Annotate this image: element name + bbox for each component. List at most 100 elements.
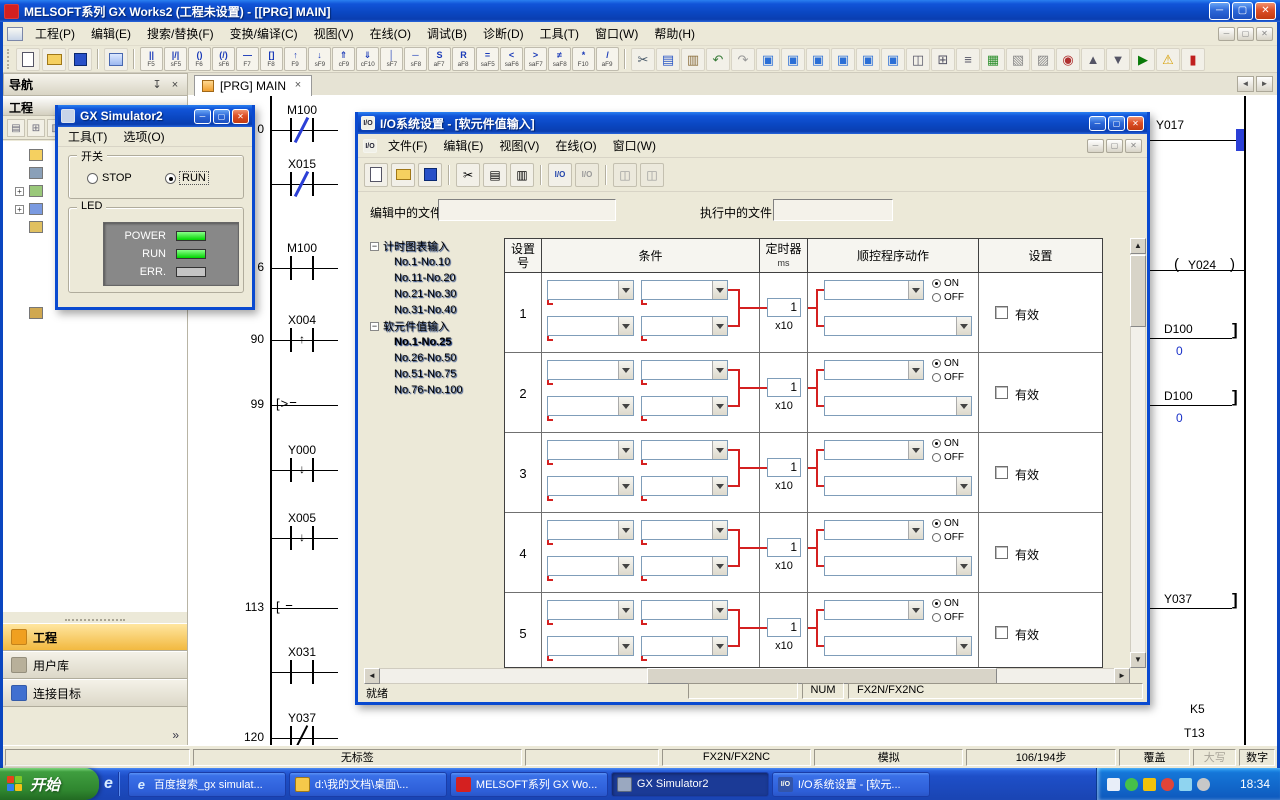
ladder-symbol-button-saF7[interactable]: >saF7 [524,47,547,71]
taskbar-button-e[interactable]: e百度搜索_gx simulat... [128,772,286,797]
contact-Y000[interactable]: ↓ [282,458,322,482]
io-mdi-close[interactable] [1125,139,1142,153]
contact-Y037[interactable] [282,726,322,745]
io-mdi-minimize[interactable] [1087,139,1104,153]
tree-expand-icon[interactable] [15,205,24,214]
menu-item-诊断(D)[interactable]: 诊断(D) [475,21,532,46]
ladder-symbol-button-F6[interactable]: ()F6 [188,47,211,71]
menu-item-调试(B)[interactable]: 调试(B) [419,21,475,46]
condition-device-combo[interactable] [547,360,634,380]
action-device-combo[interactable] [824,520,924,540]
sim-menu-item[interactable]: 工具(T) [60,124,115,149]
stop-radio[interactable]: STOP [87,172,132,184]
off-radio[interactable]: OFF [932,292,964,303]
io-tree-item[interactable]: No.76-No.100 [368,382,502,398]
dropdown-arrow[interactable] [712,361,727,379]
contact-M100[interactable] [282,256,322,280]
taskbar-button-folder[interactable]: d:\我的文档\桌面\... [289,772,447,797]
output-device-T13[interactable]: T13 [1184,726,1205,740]
ladder-symbol-button-sF9[interactable]: ↓sF9 [308,47,331,71]
contact-X031[interactable] [282,660,322,684]
dropdown-arrow[interactable] [618,521,633,539]
toolbar-button-21[interactable]: ⚠ [1156,48,1180,71]
dropdown-arrow[interactable] [908,441,923,459]
dropdown-arrow[interactable] [956,637,971,655]
scroll-left-button[interactable] [364,668,380,684]
condition-value-combo[interactable] [641,316,728,336]
io-titlebar[interactable]: I/O系统设置 - [软元件值输入] [358,112,1147,134]
timer-value-input[interactable]: 1 [767,618,801,637]
dropdown-arrow[interactable] [618,317,633,335]
compare-instruction[interactable]: [ = [276,599,294,614]
io-tree-group[interactable]: 计时图表输入 [368,238,502,254]
io-maximize-button[interactable] [1108,116,1125,131]
io-tree-item[interactable]: No.51-No.75 [368,366,502,382]
toolbar-button-1[interactable]: ▤ [656,48,680,71]
dropdown-arrow[interactable] [618,441,633,459]
condition-value-combo[interactable] [641,440,728,460]
off-radio[interactable]: OFF [932,452,964,463]
io-horizontal-scrollbar[interactable] [364,668,1130,684]
off-radio[interactable]: OFF [932,372,964,383]
dropdown-arrow[interactable] [712,601,727,619]
dropdown-arrow[interactable] [956,317,971,335]
menu-item-编辑(E)[interactable]: 编辑(E) [83,21,139,46]
pin-icon[interactable] [150,78,164,92]
dropdown-arrow[interactable] [712,317,727,335]
io-tree-item[interactable]: No.1-No.10 [368,254,502,270]
action-device-combo[interactable] [824,280,924,300]
toolbar-button-20[interactable]: ▶ [1131,48,1155,71]
horizontal-scroll-thumb[interactable] [647,668,997,684]
ladder-symbol-button-saF6[interactable]: <saF6 [500,47,523,71]
io-menu-item[interactable]: 窗口(W) [605,133,664,158]
tray-icon[interactable] [1107,778,1120,791]
dropdown-arrow[interactable] [908,281,923,299]
off-radio-circle[interactable] [932,293,941,302]
condition-value-combo[interactable] [641,476,728,496]
ladder-symbol-button-sF8[interactable]: ─sF8 [404,47,427,71]
nav-tool-button[interactable]: ▤ [7,119,25,137]
io-tree-item[interactable]: No.21-No.30 [368,286,502,302]
tree-comment-icon[interactable] [29,185,43,197]
nav-button-用户库[interactable]: 用户库 [3,651,187,679]
output-device-D100[interactable]: D100 [1164,389,1193,403]
dropdown-arrow[interactable] [618,281,633,299]
scroll-right-button[interactable] [1114,668,1130,684]
io-execute-button[interactable]: I/O [548,163,572,187]
ladder-symbol-button-sF7[interactable]: │sF7 [380,47,403,71]
on-radio-circle[interactable] [932,439,941,448]
run-radio-circle[interactable] [165,173,176,184]
contact-M100[interactable] [282,118,322,142]
running-file-input[interactable] [773,199,893,221]
on-radio[interactable]: ON [932,358,959,369]
menu-item-工具(T)[interactable]: 工具(T) [532,21,587,46]
timer-value-input[interactable]: 1 [767,458,801,477]
tray-icon[interactable] [1197,778,1210,791]
condition-value-combo[interactable] [641,360,728,380]
tab-close-icon[interactable] [292,80,304,92]
valid-checkbox[interactable] [995,386,1008,399]
ladder-symbol-button-F8[interactable]: []F8 [260,47,283,71]
toolbar-button-22[interactable]: ▮ [1181,48,1205,71]
ladder-symbol-button-cF9[interactable]: ⇑cF9 [332,47,355,71]
ladder-symbol-button-saF8[interactable]: ≠saF8 [548,47,571,71]
dropdown-arrow[interactable] [618,361,633,379]
condition-device-combo[interactable] [547,476,634,496]
io-menu-item[interactable]: 文件(F) [380,133,435,158]
io-minimize-button[interactable] [1089,116,1106,131]
off-radio-circle[interactable] [932,613,941,622]
dropdown-arrow[interactable] [712,281,727,299]
main-titlebar[interactable]: MELSOFT系列 GX Works2 (工程未设置) - [[PRG] MAI… [0,0,1280,22]
save-project-button[interactable] [68,48,92,71]
mdi-close-button[interactable] [1256,27,1273,41]
dropdown-arrow[interactable] [712,441,727,459]
tray-icon[interactable] [1143,778,1156,791]
scroll-down-button[interactable] [1130,652,1146,668]
tray-icon[interactable] [1179,778,1192,791]
internet-explorer-icon[interactable] [104,775,113,793]
toolbar-button-16[interactable]: ▨ [1031,48,1055,71]
vertical-scroll-thumb[interactable] [1130,255,1146,327]
toolbar-button-14[interactable]: ▦ [981,48,1005,71]
toolbar-button-2[interactable]: ▥ [681,48,705,71]
taskbar-clock[interactable]: 18:34 [1240,777,1270,791]
